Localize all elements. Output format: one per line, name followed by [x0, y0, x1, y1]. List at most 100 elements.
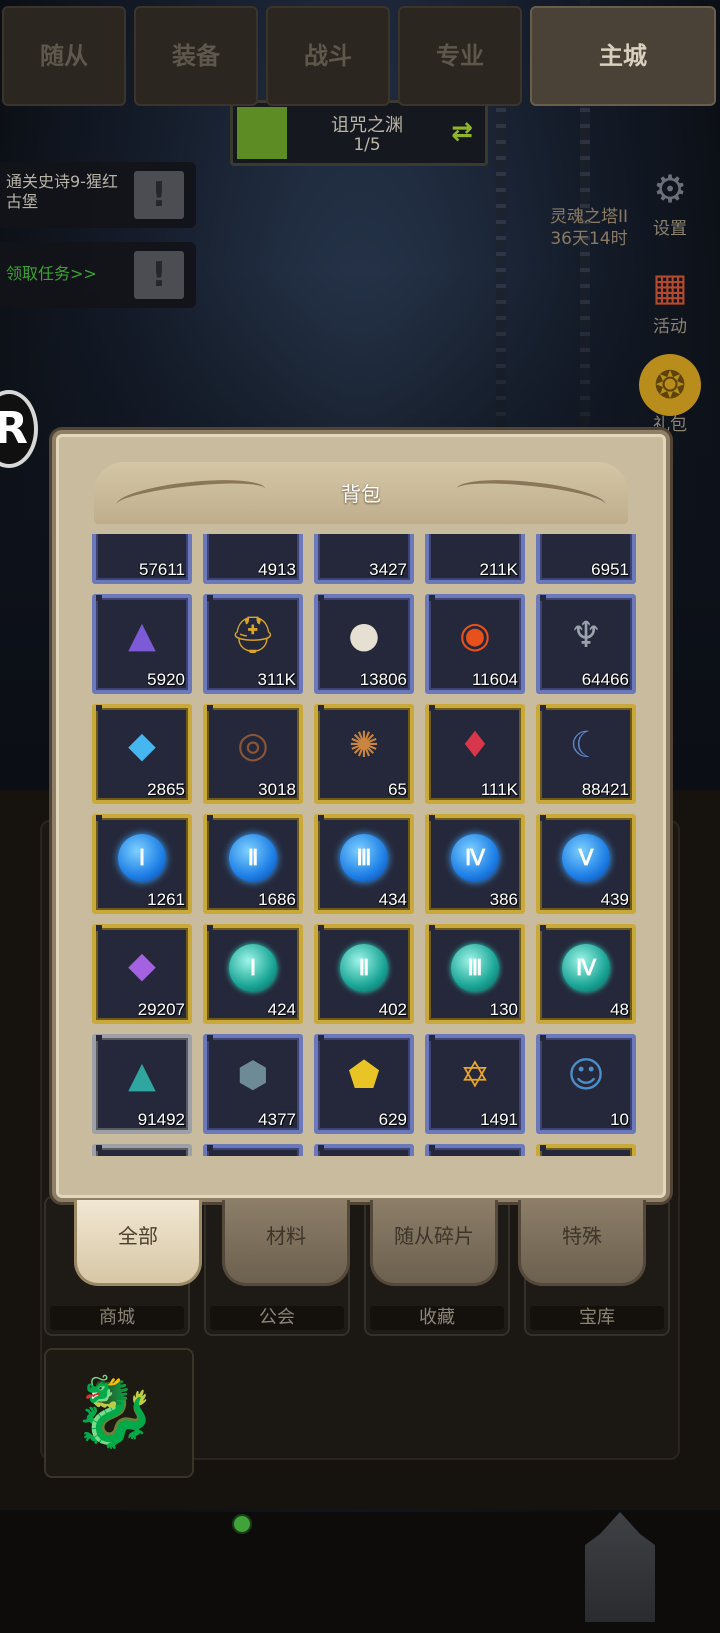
tab-all[interactable]: 全部: [74, 1200, 202, 1286]
hero-portrait-icon: ☺: [567, 1055, 605, 1096]
dragon-facility[interactable]: 🐉: [44, 1348, 194, 1478]
item-quantity: 424: [267, 1000, 296, 1019]
item-quantity: 57611: [138, 560, 185, 579]
zone-name: 诅咒之渊: [331, 115, 403, 136]
item-quantity: 1261: [147, 890, 185, 909]
item-quantity: 3018: [258, 780, 296, 799]
events-label: 活动: [653, 317, 687, 337]
inventory-slot[interactable]: ✺ 65: [314, 704, 414, 804]
facility-label: 收藏: [370, 1306, 504, 1330]
item-quantity: 64466: [581, 670, 629, 689]
inventory-slot[interactable]: Ⅱ 402: [314, 924, 414, 1024]
item-grid-viewport[interactable]: 57611 4913 3427 211K 6951 ▲ 5920 ⛑ 311K ● 13806 ◉ 11…: [92, 534, 638, 1156]
nav-label: 随从: [40, 42, 88, 70]
quest-item[interactable]: 通关史诗9-猩红古堡 !: [0, 162, 196, 228]
inventory-slot[interactable]: ◉ 11604: [425, 594, 525, 694]
item-quantity: 65: [388, 780, 407, 799]
item-quantity: 434: [378, 890, 407, 909]
quest-text: 通关史诗9-猩红古堡: [6, 172, 118, 211]
nav-battle[interactable]: 战斗: [266, 6, 390, 106]
inventory-slot[interactable]: ▲: [425, 1144, 525, 1156]
inventory-slot[interactable]: Ⅳ 48: [536, 924, 636, 1024]
tab-materials[interactable]: 材料: [222, 1200, 350, 1286]
inventory-slot[interactable]: Ⅰ 424: [203, 924, 303, 1024]
item-quantity: 311K: [257, 670, 296, 689]
inventory-slot[interactable]: ⬢ 4377: [203, 1034, 303, 1134]
nav-main-city[interactable]: 主城: [530, 6, 716, 106]
inventory-slot[interactable]: 57611: [92, 534, 192, 584]
blue-crystal-icon: ◆: [128, 725, 156, 766]
item-grid: 57611 4913 3427 211K 6951 ▲ 5920 ⛑ 311K ● 13806 ◉ 11…: [92, 534, 638, 1156]
item-quantity: 6951: [591, 560, 629, 579]
inventory-slot[interactable]: 4913: [203, 534, 303, 584]
fire-eye-icon: ◉: [459, 615, 491, 656]
inventory-slot[interactable]: ▲ 5920: [92, 594, 192, 694]
inventory-slot[interactable]: ●: [203, 1144, 303, 1156]
inventory-slot[interactable]: ◆ 29207: [92, 924, 192, 1024]
rune-orb-iv-teal-icon: Ⅳ: [562, 944, 610, 992]
nav-equipment[interactable]: 装备: [134, 6, 258, 106]
inventory-slot[interactable]: ♦ 111K: [425, 704, 525, 804]
pearl-shell-icon: ●: [348, 615, 380, 656]
star-badge-icon: ✡: [459, 1055, 491, 1096]
inventory-slot[interactable]: Ⅳ 386: [425, 814, 525, 914]
inventory-slot[interactable]: 3427: [314, 534, 414, 584]
item-quantity: 211K: [479, 560, 518, 579]
inventory-slot[interactable]: ◆: [92, 1144, 192, 1156]
item-quantity: 1686: [258, 890, 296, 909]
item-quantity: 13806: [359, 670, 407, 689]
rune-orb-iii-blue-icon: Ⅲ: [340, 834, 388, 882]
inventory-slot[interactable]: ☺ 10: [536, 1034, 636, 1134]
exclamation-icon: !: [134, 171, 184, 219]
inventory-slot[interactable]: ✡ 1491: [425, 1034, 525, 1134]
events-button[interactable]: ▦ 活动: [628, 256, 712, 337]
dark-swirl-orb-icon: ◎: [237, 725, 269, 766]
facility-label: 公会: [210, 1306, 344, 1330]
facility-label: 商城: [50, 1306, 184, 1330]
gift-pack-button[interactable]: ❂ 礼包: [628, 354, 712, 435]
inventory-slot[interactable]: 6951: [536, 534, 636, 584]
bronze-swirl-orb-icon: ✺: [348, 725, 380, 766]
inventory-slot[interactable]: Ⅲ 434: [314, 814, 414, 914]
rune-orb-ii-teal-icon: Ⅱ: [340, 944, 388, 992]
tab-label: 特殊: [562, 1224, 602, 1248]
settings-button[interactable]: ⚙ 设置: [628, 158, 712, 239]
inventory-slot[interactable]: ☾ 88421: [536, 704, 636, 804]
dragon-icon: 🐉: [72, 1373, 157, 1452]
inventory-slot[interactable]: ◆ 2865: [92, 704, 192, 804]
inventory-slot[interactable]: ♜: [536, 1144, 636, 1156]
item-quantity: 130: [489, 1000, 518, 1019]
tab-follower-shards[interactable]: 随从碎片: [370, 1200, 498, 1286]
inventory-slot[interactable]: ♆ 64466: [536, 594, 636, 694]
inventory-slot[interactable]: Ⅱ 1686: [203, 814, 303, 914]
tab-special[interactable]: 特殊: [518, 1200, 646, 1286]
gold-gem-icon: ⬟: [348, 1055, 380, 1096]
inventory-slot[interactable]: Ⅲ 130: [425, 924, 525, 1024]
inventory-slot[interactable]: ♛: [314, 1144, 414, 1156]
item-quantity: 439: [600, 890, 629, 909]
nav-label: 专业: [436, 42, 484, 70]
tab-label: 全部: [118, 1224, 158, 1248]
inventory-slot[interactable]: ● 13806: [314, 594, 414, 694]
item-quantity: 4377: [258, 1110, 296, 1129]
inventory-slot[interactable]: ▲ 91492: [92, 1034, 192, 1134]
gift-pouch-icon: ❂: [639, 354, 701, 416]
inventory-slot[interactable]: Ⅴ 439: [536, 814, 636, 914]
item-quantity: 2865: [147, 780, 185, 799]
nav-followers[interactable]: 随从: [2, 6, 126, 106]
inventory-slot[interactable]: ◎ 3018: [203, 704, 303, 804]
item-quantity: 10: [610, 1110, 629, 1129]
quest-text: 领取任务>>: [6, 264, 97, 283]
facility-label: 宝库: [530, 1306, 664, 1330]
inventory-slot[interactable]: 211K: [425, 534, 525, 584]
nav-profession[interactable]: 专业: [398, 6, 522, 106]
quest-item[interactable]: 领取任务>> !: [0, 242, 196, 308]
inventory-slot[interactable]: ⬟ 629: [314, 1034, 414, 1134]
inventory-slot[interactable]: Ⅰ 1261: [92, 814, 192, 914]
violet-shard-icon: ◆: [128, 945, 156, 986]
item-quantity: 386: [489, 890, 518, 909]
zone-progress-banner[interactable]: 诅咒之渊 1/5 ⇄: [230, 100, 488, 166]
swap-arrows-icon[interactable]: ⇄: [447, 117, 477, 147]
inventory-slot[interactable]: ⛑ 311K: [203, 594, 303, 694]
item-quantity: 1491: [480, 1110, 518, 1129]
